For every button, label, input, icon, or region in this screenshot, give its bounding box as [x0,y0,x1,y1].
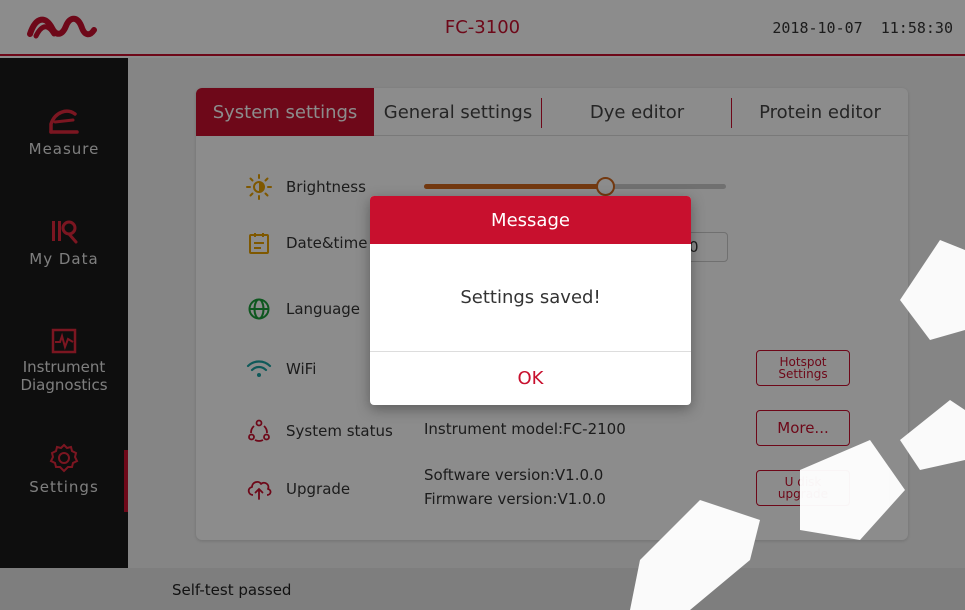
app-screen: FC-3100 2018-10-07 11:58:30 Measure My D… [0,0,965,610]
dialog-title: Message [370,196,691,244]
message-dialog: Message Settings saved! OK [370,196,691,405]
dialog-message: Settings saved! [460,287,601,308]
ok-button[interactable]: OK [370,352,691,405]
